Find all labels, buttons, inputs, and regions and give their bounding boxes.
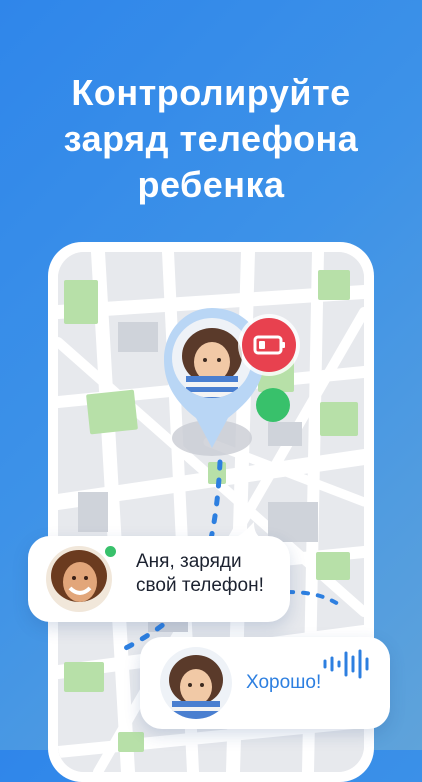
parent-message-text: Аня, заряди свой телефон! xyxy=(136,551,264,596)
headline-line-2: заряд телефона xyxy=(63,118,359,159)
bubble-tail-icon xyxy=(224,522,264,540)
parent-online-dot-icon xyxy=(103,544,118,559)
parent-message-bubble: Аня, заряди свой телефон! xyxy=(28,522,290,622)
headline: Контролируйте заряд телефона ребенка xyxy=(0,70,422,208)
parent-photo-icon xyxy=(46,546,112,612)
parent-avatar xyxy=(46,546,112,612)
child-avatar-pin xyxy=(172,318,252,398)
headline-line-3: ребенка xyxy=(137,164,285,205)
headline-line-1: Контролируйте xyxy=(71,72,351,113)
battery-low-icon xyxy=(242,318,296,372)
child-avatar-reply xyxy=(160,647,232,719)
online-dot-icon xyxy=(256,388,290,422)
child-photo-icon xyxy=(172,318,252,398)
child-reply-bubble: Хорошо! xyxy=(140,637,390,729)
child-reply-text: Хорошо! xyxy=(246,672,322,693)
child-reply-photo-icon xyxy=(160,647,232,719)
voice-wave-icon[interactable] xyxy=(322,649,374,679)
